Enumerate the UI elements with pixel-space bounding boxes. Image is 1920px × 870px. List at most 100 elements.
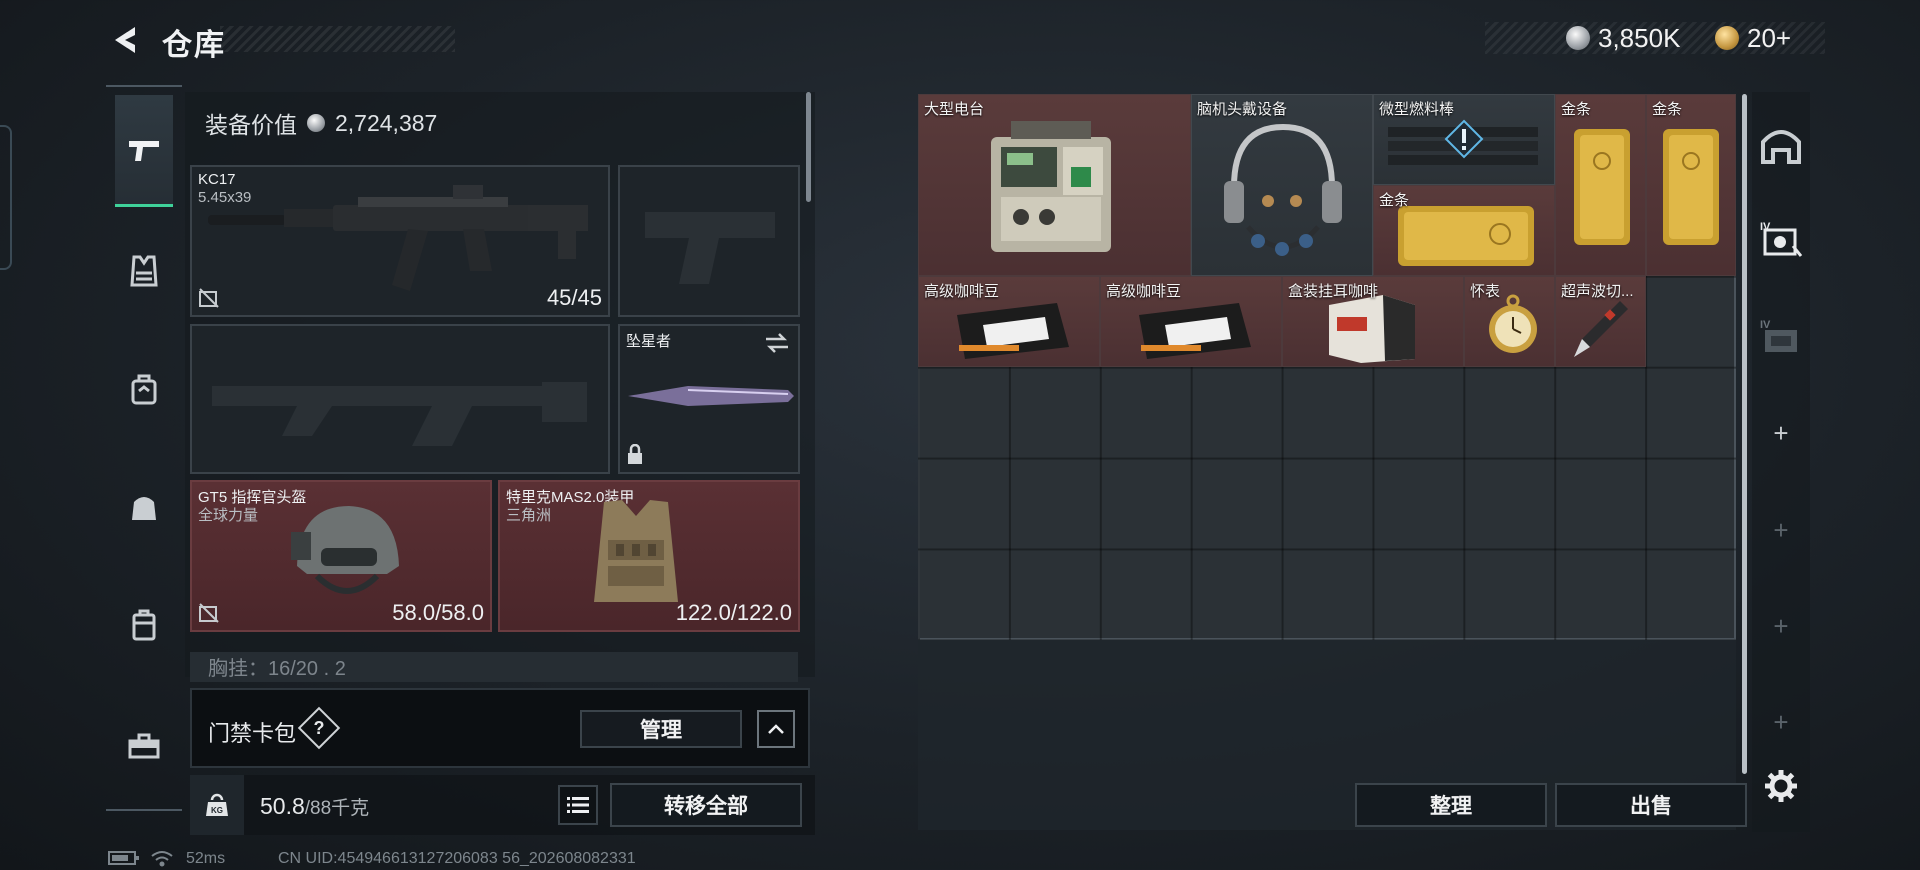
- add-storage-button[interactable]: +: [1752, 596, 1810, 656]
- storage-item-gold-bar-3[interactable]: 金条: [1373, 185, 1555, 276]
- storage-item-premium-coffee-1[interactable]: 高级咖啡豆: [918, 276, 1100, 367]
- primary-weapon-slot[interactable]: KC17 5.45x39 45/45: [190, 165, 610, 317]
- currency-silver[interactable]: 3,850K: [1566, 22, 1680, 54]
- chevron-up-icon: [768, 724, 784, 734]
- back-button[interactable]: [104, 18, 148, 62]
- gold-bar-icon: [1663, 129, 1719, 245]
- pistol-slot[interactable]: [618, 165, 800, 317]
- battery-icon: [108, 850, 140, 870]
- item-name: 脑机头戴设备: [1197, 101, 1288, 118]
- plus-icon: +: [1773, 610, 1789, 641]
- category-weapon[interactable]: [115, 95, 173, 207]
- storage-item-large-radio[interactable]: 大型电台: [918, 94, 1191, 276]
- back-arrow-icon: [115, 27, 135, 53]
- storage-item-gold-bar-2[interactable]: 金条: [1646, 94, 1736, 276]
- rifle-icon: [208, 185, 588, 291]
- page-title: 仓库: [162, 29, 226, 62]
- item-name: 高级咖啡豆: [924, 283, 1000, 300]
- list-view-button[interactable]: [558, 785, 598, 825]
- add-storage-button[interactable]: +: [1752, 500, 1810, 560]
- storage-tab-case-iv-2[interactable]: IV: [1752, 306, 1810, 366]
- svg-text:IV: IV: [1760, 319, 1771, 331]
- plus-icon: +: [1773, 706, 1789, 737]
- item-name: 大型电台: [924, 101, 985, 118]
- category-armor[interactable]: [115, 242, 173, 300]
- headset-icon: [1224, 123, 1342, 256]
- add-storage-button[interactable]: +: [1752, 403, 1810, 463]
- add-storage-button[interactable]: +: [1752, 692, 1810, 752]
- collapse-button[interactable]: [757, 710, 795, 748]
- storage-item-gold-bar-1[interactable]: 金条: [1555, 94, 1646, 276]
- toolbox-icon: [128, 733, 160, 759]
- armor-vest-icon: [594, 500, 678, 602]
- currency-gold-value: 20+: [1747, 22, 1792, 53]
- storage-item-pocket-watch[interactable]: 怀表: [1464, 276, 1555, 367]
- category-case[interactable]: [115, 596, 173, 654]
- category-backpack[interactable]: [115, 478, 173, 536]
- armor-slot[interactable]: 特里克MAS2.0装甲 三角洲 122.0/122.0: [498, 480, 800, 632]
- pocket-watch-icon: [1489, 294, 1537, 353]
- item-name: 高级咖啡豆: [1106, 283, 1182, 300]
- lock-icon: [628, 444, 642, 464]
- edge-tab[interactable]: [0, 125, 12, 270]
- radio-icon: [991, 121, 1111, 252]
- access-card-label: 门禁卡包: [208, 721, 297, 746]
- no-insurance-icon: [199, 288, 219, 308]
- helmet-slot[interactable]: GT5 指挥官头盔 全球力量 58.0/58.0: [190, 480, 492, 632]
- currency-gold[interactable]: 20+: [1715, 22, 1791, 54]
- storage-item-premium-coffee-2[interactable]: 高级咖啡豆: [1100, 276, 1282, 367]
- category-toolbox[interactable]: [115, 716, 173, 774]
- storage-tab-case-iv[interactable]: IV: [1752, 208, 1810, 268]
- category-chest-rig[interactable]: [115, 360, 173, 418]
- weight-icon-box: KG: [190, 775, 244, 835]
- settings-button[interactable]: [1752, 756, 1810, 816]
- backpack-icon: [132, 497, 156, 520]
- case-iv-icon: IV: [1760, 221, 1803, 257]
- manage-button[interactable]: 管理: [580, 710, 742, 748]
- item-name: 金条: [1652, 101, 1683, 118]
- transfer-all-button[interactable]: 转移全部: [610, 783, 802, 827]
- currency-silver-value: 3,850K: [1598, 22, 1681, 53]
- sell-button[interactable]: 出售: [1555, 783, 1747, 827]
- equipment-value: 装备价值 2,724,387: [205, 106, 437, 140]
- melee-slot[interactable]: 坠星者: [618, 324, 800, 474]
- coffee-bag-icon: [957, 303, 1069, 359]
- storage-item-micro-fuel-rod[interactable]: 微型燃料棒: [1373, 94, 1555, 185]
- kg-label: KG: [211, 806, 223, 815]
- swap-icon[interactable]: [764, 332, 790, 354]
- storage-tab-main[interactable]: [1752, 116, 1810, 176]
- rifle-silhouette-icon: [212, 382, 587, 446]
- storage-item-ultrasonic-cutter[interactable]: 超声波切...: [1555, 276, 1646, 367]
- warning-icon: [1444, 119, 1484, 159]
- chest-rig-icon: [131, 374, 157, 405]
- item-name: 超声波切...: [1561, 283, 1634, 300]
- item-name: 盒装挂耳咖啡: [1288, 283, 1379, 300]
- case-icon: [132, 609, 156, 641]
- uid-text: CN UID:454946613127206083 56_20260808233…: [278, 850, 636, 867]
- plus-icon: +: [1773, 417, 1789, 448]
- equipment-value-amount: 2,724,387: [335, 109, 438, 136]
- kettlebell-icon: KG: [206, 793, 228, 816]
- coffee-bag-icon: [1139, 303, 1251, 359]
- item-name: 金条: [1379, 192, 1410, 209]
- weight-value: 50.8/88千克: [260, 793, 369, 820]
- case-iv-dim-icon: IV: [1760, 319, 1797, 352]
- loadout-scrollbar[interactable]: [806, 92, 811, 202]
- armor-faction: 三角洲: [506, 507, 552, 524]
- divider: [106, 85, 182, 87]
- sort-button[interactable]: 整理: [1355, 783, 1547, 827]
- storage-item-bci-headset[interactable]: 脑机头戴设备: [1191, 94, 1373, 276]
- secondary-weapon-slot[interactable]: [190, 324, 610, 474]
- weapon-ammo-count: 45/45: [546, 285, 602, 310]
- knife-icon: [628, 386, 794, 406]
- storage-item-drip-coffee-box[interactable]: 盒装挂耳咖啡: [1282, 276, 1464, 367]
- melee-name: 坠星者: [626, 333, 672, 350]
- storage-scrollbar[interactable]: [1742, 94, 1747, 774]
- chest-rig-row[interactable]: 胸挂：16/20 . 2: [190, 652, 798, 682]
- equipment-value-label: 装备价值: [205, 112, 297, 138]
- pistol-silhouette-icon: [645, 212, 775, 284]
- armor-durability: 122.0/122.0: [675, 600, 792, 625]
- helmet-faction: 全球力量: [198, 507, 259, 524]
- warehouse-icon: [1761, 130, 1801, 164]
- helmet-icon: [291, 506, 399, 594]
